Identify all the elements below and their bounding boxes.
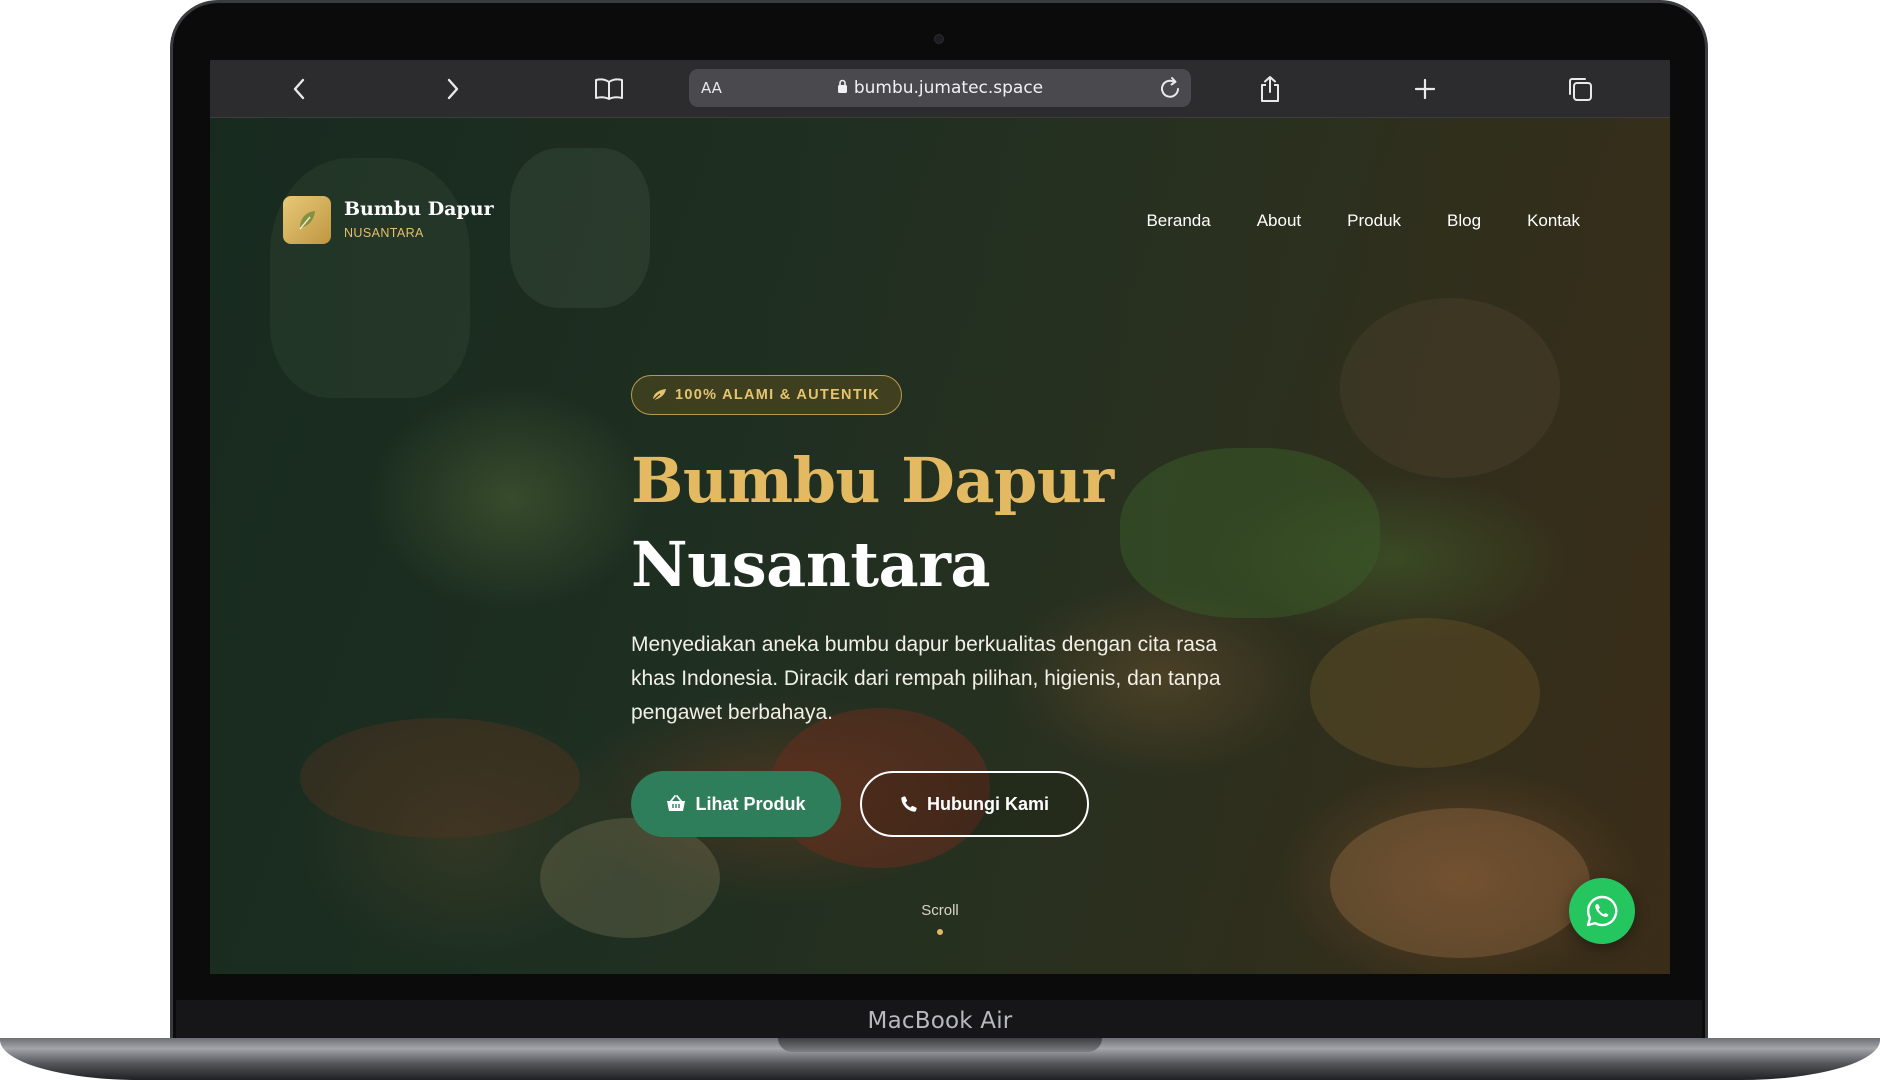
share-icon[interactable]: [1253, 72, 1287, 106]
view-products-button[interactable]: Lihat Produk: [631, 771, 841, 837]
nav-link-beranda[interactable]: Beranda: [1146, 211, 1210, 231]
view-products-label: Lihat Produk: [695, 793, 806, 814]
contact-us-button[interactable]: Hubungi Kami: [860, 771, 1089, 837]
dried-chili-decoration: [300, 718, 580, 838]
tabs-icon[interactable]: [1563, 72, 1597, 106]
brand-logo[interactable]: [283, 196, 331, 244]
forward-icon[interactable]: [436, 72, 470, 106]
nuts-decoration: [1330, 808, 1590, 958]
nav-link-kontak[interactable]: Kontak: [1527, 211, 1580, 231]
laptop-hinge-notch: [778, 1038, 1102, 1052]
hero-title-line2: Nusantara: [631, 528, 991, 601]
lock-icon: [837, 79, 847, 93]
nav-link-blog[interactable]: Blog: [1447, 211, 1481, 231]
bookmarks-icon[interactable]: [592, 72, 626, 106]
bay-leaf-bowl-decoration: [1310, 618, 1540, 768]
basket-icon: [667, 795, 686, 811]
back-icon[interactable]: [282, 72, 316, 106]
screen: AA bumbu.jumatec.space Bumbu Dapur NUSAN…: [210, 60, 1670, 974]
mortar-decoration: [1340, 298, 1560, 478]
leaf-icon: [299, 211, 315, 230]
leaf-icon: [651, 389, 666, 402]
camera: [934, 34, 944, 44]
address-bar[interactable]: AA bumbu.jumatec.space: [689, 69, 1191, 107]
hero-section: Bumbu Dapur NUSANTARA Beranda About Prod…: [210, 118, 1670, 974]
hero-badge-text: 100% ALAMI & AUTENTIK: [675, 387, 881, 403]
contact-us-label: Hubungi Kami: [927, 793, 1049, 814]
hero-badge: 100% ALAMI & AUTENTIK: [631, 375, 903, 415]
url-text-wrap: bumbu.jumatec.space: [689, 78, 1191, 98]
hero-description: Menyediakan aneka bumbu dapur berkualita…: [631, 633, 1221, 724]
whatsapp-icon: [1586, 895, 1618, 927]
new-tab-icon[interactable]: [1408, 72, 1442, 106]
jar-decoration: [270, 158, 470, 398]
jar-decoration: [510, 148, 650, 308]
hero-title-line1: Bumbu Dapur: [631, 444, 1114, 517]
url-text: bumbu.jumatec.space: [853, 78, 1044, 98]
phone-icon: [901, 796, 917, 812]
whatsapp-button[interactable]: [1569, 878, 1635, 944]
scroll-indicator-label[interactable]: Scroll: [210, 902, 1670, 919]
scroll-indicator-dot: [937, 929, 943, 935]
brand-subtitle: NUSANTARA: [344, 226, 424, 240]
device-label: MacBook Air: [867, 1008, 1013, 1034]
reload-icon[interactable]: [1159, 75, 1183, 106]
browser-toolbar: AA bumbu.jumatec.space: [210, 60, 1670, 118]
leaves-bowl-decoration: [1120, 448, 1380, 618]
nav-link-produk[interactable]: Produk: [1347, 211, 1401, 231]
nav-link-about[interactable]: About: [1257, 211, 1301, 231]
brand-name[interactable]: Bumbu Dapur: [344, 198, 494, 220]
main-nav: Beranda About Produk Blog Kontak: [1146, 211, 1580, 231]
